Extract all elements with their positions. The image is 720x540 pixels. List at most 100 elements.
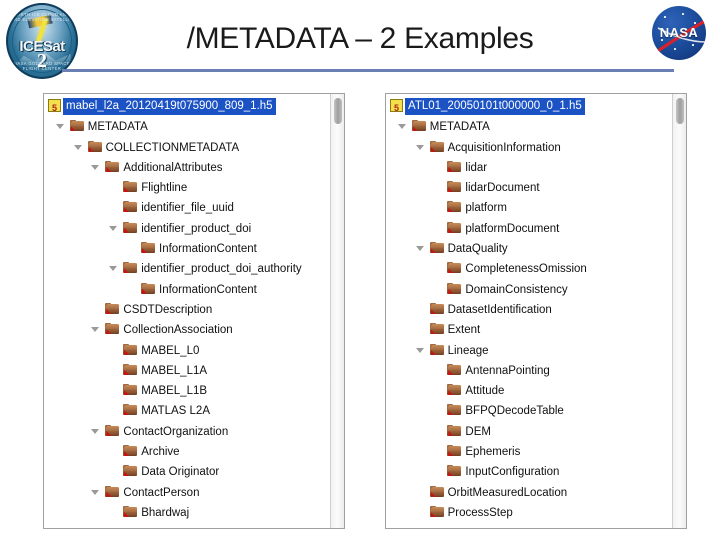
folder-icon [123, 384, 138, 396]
folder-icon [123, 181, 138, 193]
tree-node[interactable]: identifier_file_uuid [48, 198, 330, 218]
folder-icon [447, 262, 462, 274]
tree-node-content: DomainConsistency [447, 282, 568, 296]
tree-node[interactable]: InformationContent [48, 280, 330, 300]
tree-node-label: Lineage [447, 344, 489, 357]
tree-node-label: DataQuality [447, 243, 508, 256]
tree-root-node[interactable]: ATL01_20050101t000000_0_1.h5 [390, 97, 672, 118]
tree-node[interactable]: Bhardwaj [48, 503, 330, 523]
tree-node[interactable]: METADATA [390, 117, 672, 137]
tree-node[interactable]: CSDTDescription [48, 300, 330, 320]
tree-node-content: METADATA [411, 120, 490, 133]
tree-node[interactable]: BFPQDecodeTable [390, 401, 672, 421]
folder-icon [429, 343, 445, 355]
tree-node[interactable]: MABEL_L1A [48, 361, 330, 381]
tree-node[interactable]: ProcessStep [390, 503, 672, 523]
tree-root-node[interactable]: mabel_l2a_20120419t075900_809_1.h5 [48, 97, 330, 118]
tree-node-content: CSDTDescription [105, 302, 212, 316]
tree-node-label: InputConfiguration [465, 466, 560, 479]
tree-node-content: DatasetIdentification [429, 302, 552, 316]
folder-icon [105, 485, 120, 497]
tree-node[interactable]: Data Originator [48, 462, 330, 482]
expand-triangle-icon[interactable] [397, 124, 406, 130]
tree-node[interactable]: AdditionalAttributes [48, 158, 330, 178]
right-tree[interactable]: ATL01_20050101t000000_0_1.h5 METADATA Acqu… [386, 94, 672, 528]
expand-triangle-icon[interactable] [415, 246, 424, 252]
tree-node[interactable]: DEM [390, 422, 672, 442]
tree-node-content: Attitude [447, 384, 504, 397]
right-panel-scrollbar[interactable] [672, 94, 686, 528]
tree-node[interactable]: MABEL_L0 [48, 341, 330, 361]
left-tree[interactable]: mabel_l2a_20120419t075900_809_1.h5 METADA… [44, 94, 330, 528]
tree-node[interactable]: platformDocument [390, 219, 672, 239]
tree-node-content: DEM [447, 424, 491, 438]
left-panel-scrollbar[interactable] [330, 94, 344, 528]
folder-icon [447, 384, 462, 396]
left-panel-scrollbar-thumb[interactable] [334, 98, 342, 124]
expand-triangle-icon[interactable] [91, 489, 100, 495]
tree-node[interactable]: AcquisitionInformation [390, 138, 672, 158]
expand-triangle-icon[interactable] [73, 144, 82, 150]
tree-node[interactable]: Attitude [390, 381, 672, 401]
tree-node[interactable]: InputConfiguration [390, 462, 672, 482]
tree-node-label: identifier_product_doi [141, 222, 252, 235]
tree-node[interactable]: ContactPerson [48, 483, 330, 503]
folder-icon [447, 363, 462, 375]
folder-icon [447, 201, 462, 213]
expand-triangle-icon[interactable] [415, 347, 424, 353]
tree-node[interactable]: ContactOrganization [48, 422, 330, 442]
tree-node-content: identifier_product_doi [123, 221, 251, 235]
tree-node[interactable]: DataQuality [390, 239, 672, 259]
tree-node[interactable]: platform [390, 198, 672, 218]
tree-node[interactable]: Archive [48, 442, 330, 462]
right-panel-scrollbar-thumb[interactable] [676, 98, 684, 124]
tree-node[interactable]: MABEL_L1B [48, 381, 330, 401]
expand-triangle-icon[interactable] [55, 124, 64, 130]
folder-icon [141, 282, 156, 294]
tree-node[interactable]: identifier_product_doi_authority [48, 259, 330, 279]
tree-node[interactable]: METADATA [48, 117, 330, 137]
tree-node-content: MABEL_L1B [123, 384, 207, 397]
expand-triangle-icon[interactable] [415, 144, 424, 150]
tree-node[interactable]: Extent [390, 320, 672, 340]
nasa-logo: NASA [648, 4, 712, 62]
expand-triangle-icon[interactable] [91, 428, 100, 434]
tree-node-label: InformationContent [159, 243, 257, 256]
expand-triangle-icon[interactable] [91, 164, 100, 170]
tree-node[interactable]: Lineage [390, 341, 672, 361]
tree-node[interactable]: COLLECTIONMETADATA [48, 138, 330, 158]
tree-node-label: DomainConsistency [465, 283, 568, 296]
folder-icon [105, 302, 120, 314]
folder-icon [123, 505, 138, 517]
tree-node[interactable]: lidar [390, 158, 672, 178]
tree-node-label: OrbitMeasuredLocation [447, 486, 568, 499]
tree-node-label: CSDTDescription [123, 303, 213, 316]
expand-triangle-icon[interactable] [109, 266, 118, 272]
tree-node-content: AdditionalAttributes [105, 160, 222, 174]
tree-node[interactable]: AntennaPointing [390, 361, 672, 381]
tree-node[interactable]: CollectionAssociation [48, 320, 330, 340]
expand-triangle-icon[interactable] [91, 327, 100, 333]
expand-triangle-icon[interactable] [109, 225, 118, 231]
tree-node[interactable]: MATLAS L2A [48, 401, 330, 421]
tree-node-label: Ephemeris [465, 446, 521, 459]
right-tree-panel[interactable]: ATL01_20050101t000000_0_1.h5 METADATA Acqu… [385, 93, 687, 529]
tree-node[interactable]: DatasetIdentification [390, 300, 672, 320]
tree-node[interactable]: identifier_product_doi [48, 219, 330, 239]
left-tree-panel[interactable]: mabel_l2a_20120419t075900_809_1.h5 METADA… [43, 93, 345, 529]
tree-node-label: METADATA [429, 121, 490, 134]
tree-node[interactable]: DomainConsistency [390, 280, 672, 300]
tree-node-label: ContactOrganization [123, 425, 229, 438]
folder-icon [429, 485, 445, 497]
tree-node[interactable]: InformationContent [48, 239, 330, 259]
tree-node-label: METADATA [87, 121, 148, 134]
tree-node-label: MABEL_L0 [141, 344, 200, 357]
tree-node[interactable]: OrbitMeasuredLocation [390, 483, 672, 503]
tree-node[interactable]: lidarDocument [390, 178, 672, 198]
h5-file-icon [48, 98, 61, 118]
tree-node-label: AcquisitionInformation [447, 141, 561, 154]
tree-node[interactable]: Flightline [48, 178, 330, 198]
tree-node[interactable]: Ephemeris [390, 442, 672, 462]
folder-icon [105, 160, 120, 172]
tree-node[interactable]: CompletenessOmission [390, 259, 672, 279]
